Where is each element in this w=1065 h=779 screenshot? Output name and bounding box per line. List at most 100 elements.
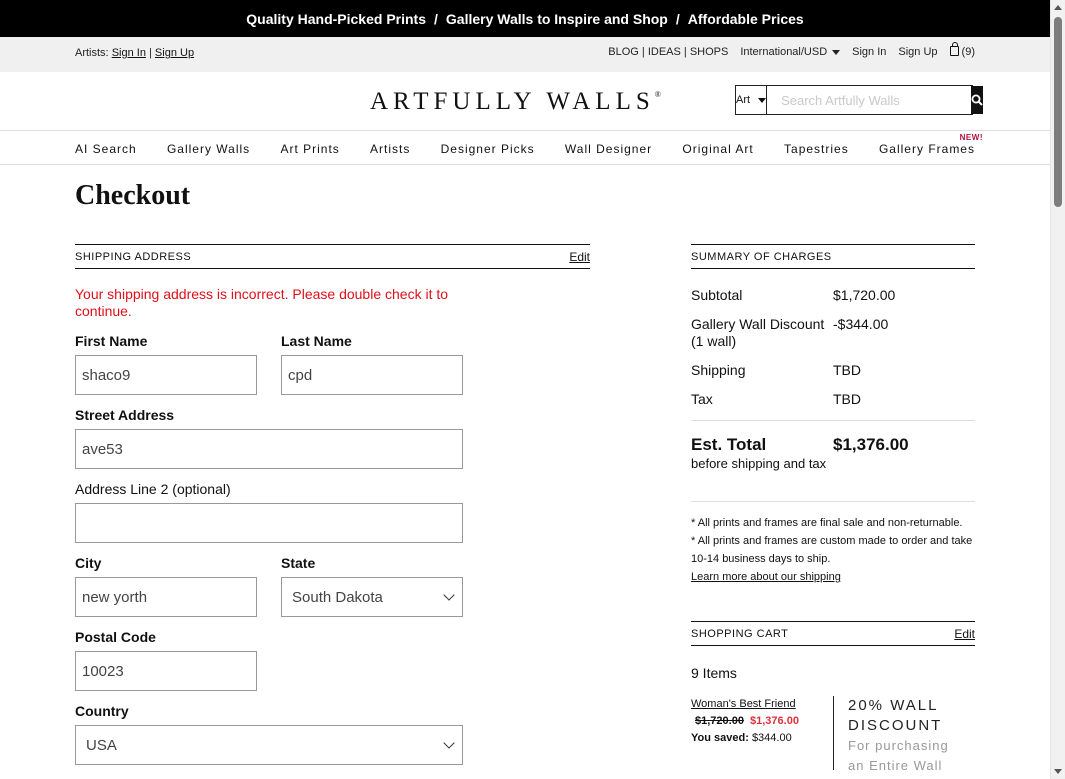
cart-divider bbox=[833, 696, 834, 770]
tax-label: Tax bbox=[691, 391, 713, 407]
nav-item-designer-picks[interactable]: Designer Picks bbox=[441, 142, 535, 156]
artist-sign-in-link[interactable]: Sign In bbox=[112, 47, 146, 59]
shopping-bag-icon bbox=[949, 42, 959, 56]
postal-code-field[interactable]: 10023 bbox=[75, 651, 257, 691]
address-line-2-field[interactable] bbox=[75, 503, 463, 543]
shipping-edit-link[interactable]: Edit bbox=[569, 250, 590, 264]
nav-item-tapestries[interactable]: Tapestries bbox=[784, 142, 849, 156]
nav-item-ai-search[interactable]: AI Search bbox=[75, 142, 137, 156]
main-nav: AI Search Gallery Walls Art Prints Artis… bbox=[0, 131, 1050, 165]
artist-divider: | bbox=[149, 47, 152, 59]
est-total-value: $1,376.00 bbox=[833, 435, 909, 454]
policy-notes: * All prints and frames are final sale a… bbox=[691, 514, 981, 586]
nav-item-art-prints[interactable]: Art Prints bbox=[280, 142, 339, 156]
discount-label: Gallery Wall Discount (1 wall) bbox=[691, 316, 824, 350]
state-select[interactable]: South Dakota bbox=[281, 577, 463, 617]
chevron-down-icon bbox=[758, 97, 767, 103]
last-name-field[interactable]: cpd bbox=[281, 355, 463, 395]
promo-bar: Quality Hand-Picked Prints / Gallery Wal… bbox=[0, 0, 1050, 37]
page-scrollbar[interactable] bbox=[1050, 0, 1065, 779]
artist-sign-up-link[interactable]: Sign Up bbox=[155, 47, 194, 59]
address-error-message: Your shipping address is incorrect. Plea… bbox=[75, 286, 449, 319]
chevron-down-icon bbox=[832, 49, 841, 55]
cart-items-count: 9 Items bbox=[691, 665, 737, 681]
shipping-address-heading: SHIPPING ADDRESS bbox=[75, 250, 192, 263]
site-header: ARTFULLY WALLS® Art bbox=[0, 72, 1050, 131]
sign-up-link[interactable]: Sign Up bbox=[898, 46, 937, 58]
first-name-label: First Name bbox=[75, 333, 148, 349]
utility-links: BLOG | IDEAS | SHOPS International/USD S… bbox=[608, 42, 975, 58]
promo-title-line-2: DISCOUNT bbox=[848, 717, 943, 734]
logo[interactable]: ARTFULLY WALLS® bbox=[370, 88, 661, 116]
country-selected-value: USA bbox=[86, 736, 117, 754]
state-label: State bbox=[281, 555, 316, 571]
savings-value: $344.00 bbox=[751, 732, 792, 744]
nav-item-artists[interactable]: Artists bbox=[370, 142, 410, 156]
registered-mark: ® bbox=[654, 90, 661, 99]
promo-sub-line-2: an Entire Wall bbox=[848, 758, 943, 773]
search-category-label: Art bbox=[736, 94, 751, 106]
country-select[interactable]: USA bbox=[75, 725, 463, 765]
artists-label: Artists: bbox=[75, 47, 109, 59]
utility-bar: Artists: Sign In | Sign Up BLOG | IDEAS … bbox=[0, 37, 1050, 72]
state-selected-value: South Dakota bbox=[292, 588, 383, 606]
shipping-address-header: SHIPPING ADDRESS Edit bbox=[75, 244, 590, 269]
region-selector[interactable]: International/USD bbox=[740, 46, 841, 58]
city-label: City bbox=[75, 555, 102, 571]
search-input[interactable] bbox=[767, 86, 972, 114]
shopping-cart-header: SHOPPING CART Edit bbox=[691, 621, 975, 646]
country-label: Country bbox=[75, 703, 129, 719]
scroll-up-arrow-icon[interactable] bbox=[1054, 5, 1062, 10]
promo-item: Quality Hand-Picked Prints bbox=[246, 10, 426, 27]
first-name-field[interactable]: shaco9 bbox=[75, 355, 257, 395]
city-field[interactable]: new yorth bbox=[75, 577, 257, 617]
shipping-label: Shipping bbox=[691, 362, 746, 378]
summary-heading: SUMMARY OF CHARGES bbox=[691, 250, 832, 263]
summary-divider bbox=[691, 501, 975, 502]
discount-value: -$344.00 bbox=[833, 316, 889, 332]
promo-item: Affordable Prices bbox=[687, 10, 804, 27]
tax-value: TBD bbox=[833, 391, 861, 407]
est-total-sub: before shipping and tax bbox=[691, 456, 827, 471]
cart-edit-link[interactable]: Edit bbox=[954, 627, 975, 641]
cart-item-prices: $1,720.00 $1,376.00 bbox=[691, 713, 799, 730]
scrollbar-thumb[interactable] bbox=[1054, 17, 1062, 207]
nav-item-gallery-walls[interactable]: Gallery Walls bbox=[167, 142, 250, 156]
cart-item-name[interactable]: Woman's Best Friend bbox=[691, 696, 799, 713]
search-icon bbox=[971, 94, 983, 106]
scroll-down-arrow-icon[interactable] bbox=[1054, 769, 1062, 774]
promo-item: Gallery Walls to Inspire and Shop bbox=[445, 10, 668, 27]
promo-separator: / bbox=[434, 10, 438, 27]
original-price: $1,720.00 bbox=[695, 715, 744, 727]
page-title: Checkout bbox=[75, 180, 191, 211]
promo-sub-line-1: For purchasing bbox=[848, 738, 949, 753]
cart-link[interactable]: (9) bbox=[949, 42, 975, 58]
subtotal-value: $1,720.00 bbox=[833, 287, 896, 303]
cart-item: Woman's Best Friend $1,720.00 $1,376.00 … bbox=[691, 696, 799, 747]
region-label: International/USD bbox=[740, 46, 828, 58]
nav-item-label: Gallery Frames bbox=[878, 142, 975, 156]
chevron-down-icon bbox=[443, 589, 455, 601]
nav-item-gallery-frames[interactable]: Gallery Frames NEW! bbox=[878, 133, 983, 156]
summary-header: SUMMARY OF CHARGES bbox=[691, 244, 975, 269]
shipping-value: TBD bbox=[833, 362, 861, 378]
summary-divider bbox=[691, 420, 975, 421]
search-category-select[interactable]: Art bbox=[736, 86, 768, 114]
sign-in-link[interactable]: Sign In bbox=[852, 46, 886, 58]
nav-item-original-art[interactable]: Original Art bbox=[682, 142, 753, 156]
final-sale-note: * All prints and frames are final sale a… bbox=[691, 517, 963, 529]
discounted-price: $1,376.00 bbox=[750, 715, 799, 727]
discount-label-sub: (1 wall) bbox=[691, 333, 737, 349]
shopping-cart-heading: SHOPPING CART bbox=[691, 627, 789, 640]
search-bar: Art bbox=[735, 85, 984, 115]
promo-separator: / bbox=[675, 10, 680, 27]
street-address-field[interactable]: ave53 bbox=[75, 429, 463, 469]
discount-label-text: Gallery Wall Discount bbox=[691, 316, 825, 332]
promo-title-line-1: 20% WALL bbox=[848, 697, 939, 714]
shipping-info-link[interactable]: Learn more about our shipping bbox=[691, 571, 841, 583]
nav-item-wall-designer[interactable]: Wall Designer bbox=[565, 142, 652, 156]
new-badge: NEW! bbox=[959, 133, 983, 142]
search-button[interactable] bbox=[971, 86, 984, 114]
blog-ideas-shops-links[interactable]: BLOG | IDEAS | SHOPS bbox=[608, 46, 728, 58]
wall-discount-promo: 20% WALL DISCOUNT For purchasing an Enti… bbox=[848, 696, 949, 776]
